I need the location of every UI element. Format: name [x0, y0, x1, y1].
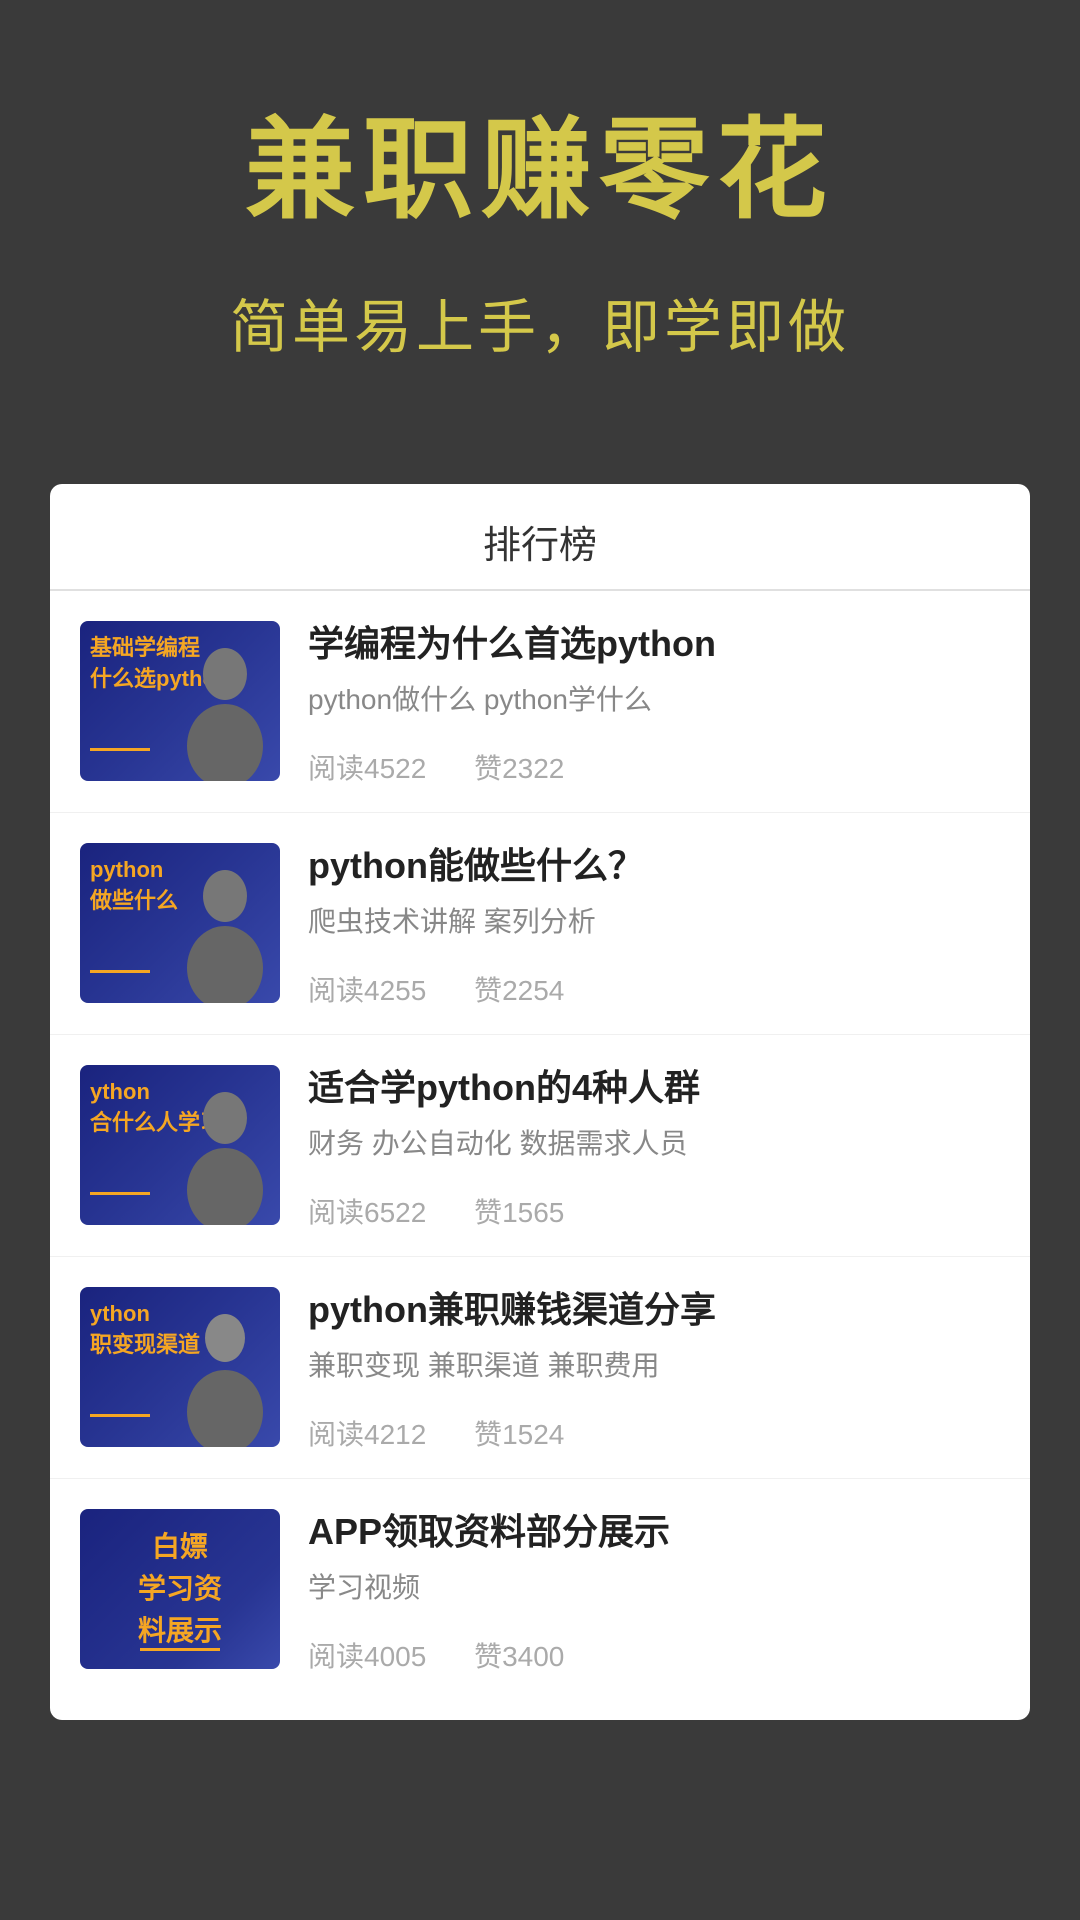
thumb-center-text-5: 白嫖 学习资料展示 [130, 1526, 230, 1652]
list-item[interactable]: python 做些什么 python能做些什么？ 爬虫技术讲解 案列分析 阅读4… [50, 813, 1030, 1035]
item-content-3: 适合学python的4种人群 财务 办公自动化 数据需求人员 阅读6522 赞1… [280, 1065, 1000, 1231]
list-item[interactable]: ython 职变现渠道 python兼职赚钱渠道分享 兼职变现 兼职渠道 兼职费… [50, 1257, 1030, 1479]
item-stats-3: 阅读6522 赞1565 [308, 1191, 1000, 1231]
leaderboard-header: 排行榜 [50, 484, 1030, 591]
reads-1: 阅读4522 [308, 747, 426, 787]
item-stats-5: 阅读4005 赞3400 [308, 1635, 1000, 1675]
likes-4: 赞1524 [474, 1413, 564, 1453]
item-stats-2: 阅读4255 赞2254 [308, 969, 1000, 1009]
likes-2: 赞2254 [474, 969, 564, 1009]
thumbnail-3: ython 合什么人学习 [80, 1065, 280, 1225]
item-content-5: APP领取资料部分展示 学习视频 阅读4005 赞3400 [280, 1509, 1000, 1675]
hero-subtitle: 简单易上手，即学即做 [60, 280, 1020, 364]
reads-5: 阅读4005 [308, 1635, 426, 1675]
list-item[interactable]: 基础学编程 什么选python 学编程为什么首选python python做什么… [50, 591, 1030, 813]
item-tags-3: 财务 办公自动化 数据需求人员 [308, 1124, 1000, 1163]
hero-title: 兼职赚零花 [60, 80, 1020, 240]
leaderboard-container: 排行榜 基础学编程 什么选python 学编程为什么首选python pytho… [50, 484, 1030, 1720]
item-tags-2: 爬虫技术讲解 案列分析 [308, 902, 1000, 941]
likes-1: 赞2322 [474, 747, 564, 787]
likes-3: 赞1565 [474, 1191, 564, 1231]
item-stats-1: 阅读4522 赞2322 [308, 747, 1000, 787]
thumbnail-1: 基础学编程 什么选python [80, 621, 280, 781]
item-title-5: APP领取资料部分展示 [308, 1509, 1000, 1556]
reads-2: 阅读4255 [308, 969, 426, 1009]
likes-5: 赞3400 [474, 1635, 564, 1675]
item-tags-4: 兼职变现 兼职渠道 兼职费用 [308, 1346, 1000, 1385]
list-item[interactable]: ython 合什么人学习 适合学python的4种人群 财务 办公自动化 数据需… [50, 1035, 1030, 1257]
item-content-2: python能做些什么？ 爬虫技术讲解 案列分析 阅读4255 赞2254 [280, 843, 1000, 1009]
thumb-text-2: python 做些什么 [90, 855, 178, 917]
item-tags-5: 学习视频 [308, 1568, 1000, 1607]
item-tags-1: python做什么 python学什么 [308, 680, 1000, 719]
thumbnail-5: 白嫖 学习资料展示 [80, 1509, 280, 1669]
thumbnail-4: ython 职变现渠道 [80, 1287, 280, 1447]
item-title-1: 学编程为什么首选python [308, 621, 1000, 668]
thumbnail-2: python 做些什么 [80, 843, 280, 1003]
item-title-2: python能做些什么？ [308, 843, 1000, 890]
item-content-4: python兼职赚钱渠道分享 兼职变现 兼职渠道 兼职费用 阅读4212 赞15… [280, 1287, 1000, 1453]
list-item[interactable]: 白嫖 学习资料展示 APP领取资料部分展示 学习视频 阅读4005 赞3400 [50, 1479, 1030, 1700]
item-title-4: python兼职赚钱渠道分享 [308, 1287, 1000, 1334]
item-stats-4: 阅读4212 赞1524 [308, 1413, 1000, 1453]
item-content-1: 学编程为什么首选python python做什么 python学什么 阅读452… [280, 621, 1000, 787]
reads-3: 阅读6522 [308, 1191, 426, 1231]
item-title-3: 适合学python的4种人群 [308, 1065, 1000, 1112]
reads-4: 阅读4212 [308, 1413, 426, 1453]
hero-section: 兼职赚零花 简单易上手，即学即做 [0, 0, 1080, 484]
